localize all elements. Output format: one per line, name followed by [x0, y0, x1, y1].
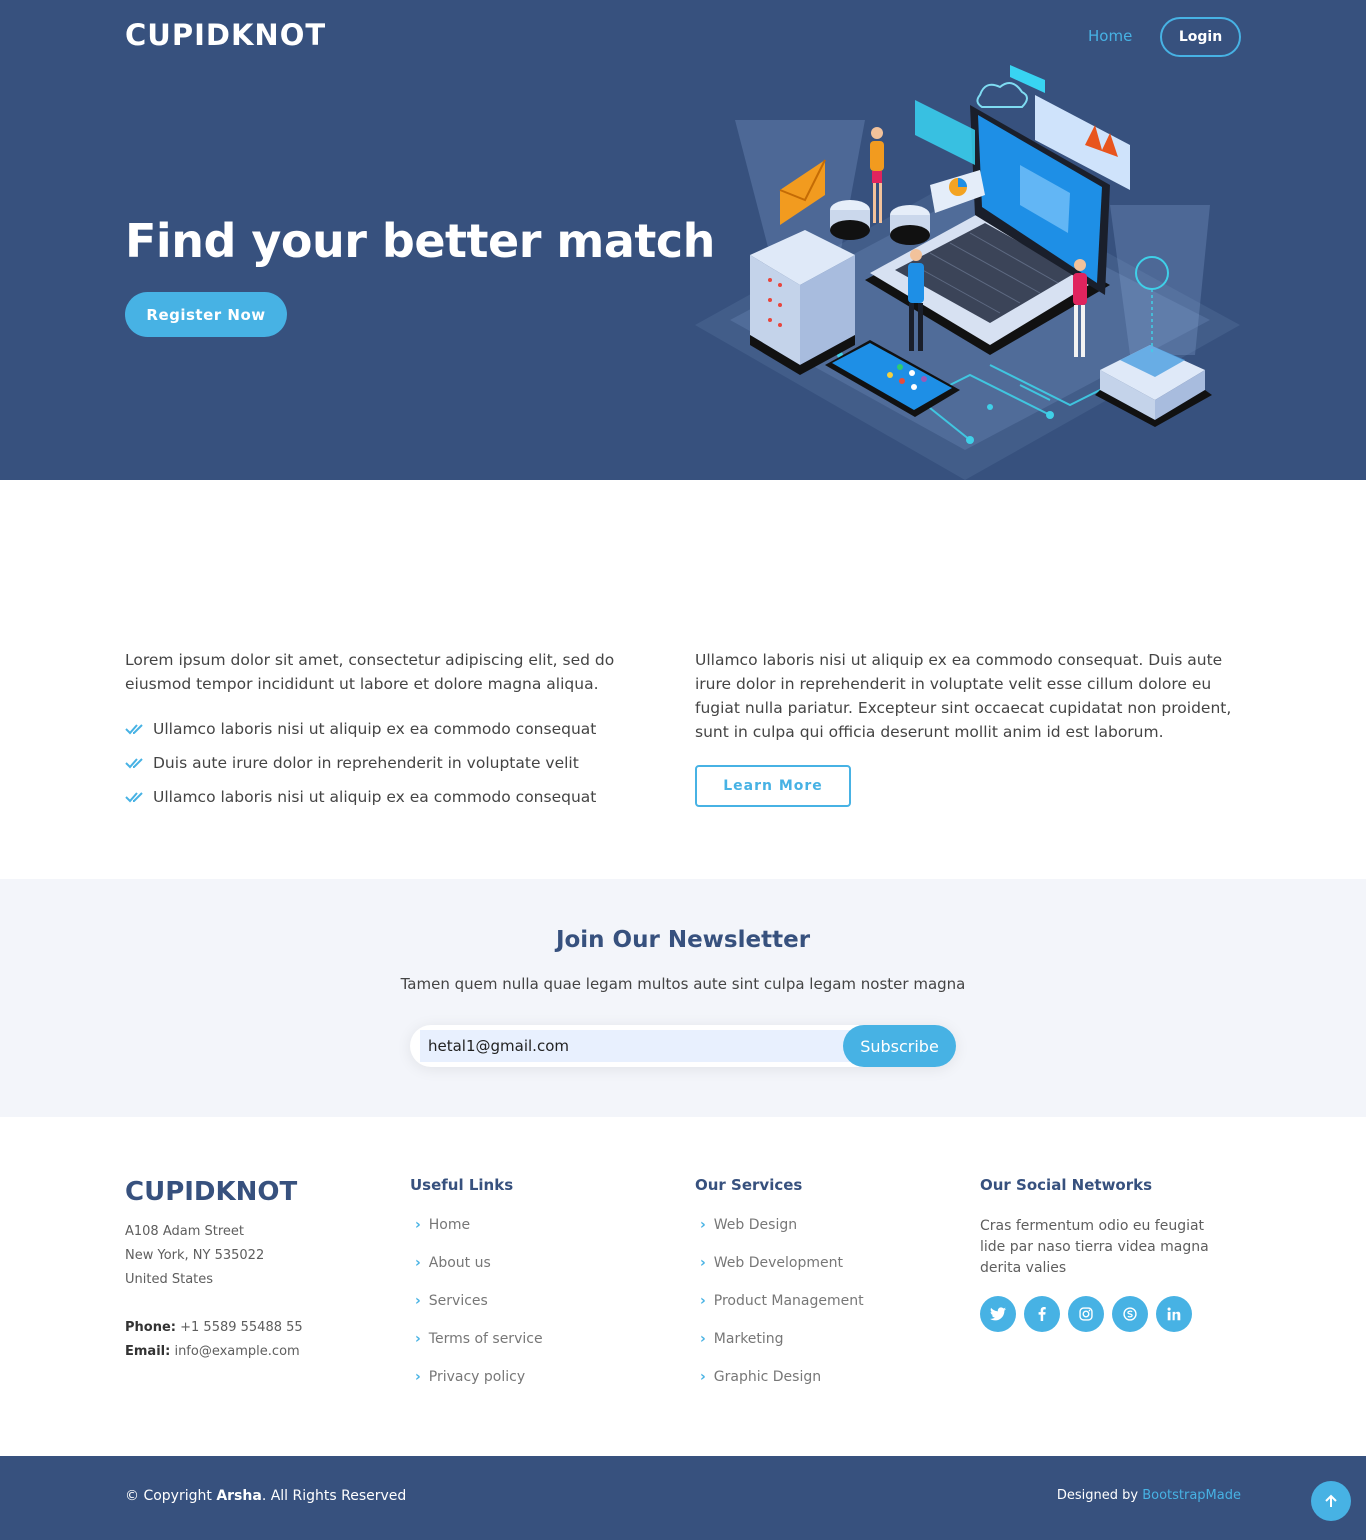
social-description: Cras fermentum odio eu feugiat lide par … — [980, 1218, 1209, 1276]
copyright-prefix: © Copyright — [125, 1488, 212, 1504]
about-detail-text: Ullamco laboris nisi ut aliquip ex ea co… — [695, 651, 1232, 741]
newsletter-section: Join Our Newsletter Tamen quem nulla qua… — [0, 879, 1366, 1117]
double-check-icon — [125, 758, 143, 769]
about-intro-text: Lorem ipsum dolor sit amet, consectetur … — [125, 651, 615, 693]
email-label: Email: — [125, 1344, 171, 1359]
footer-link-terms[interactable]: › Terms of service — [410, 1320, 543, 1358]
footer-link-label[interactable]: About us — [429, 1255, 491, 1271]
copyright-brand: Arsha — [216, 1488, 262, 1504]
login-button[interactable]: Login — [1160, 17, 1241, 57]
newsletter-email-input[interactable] — [420, 1030, 850, 1062]
list-item: Ullamco laboris nisi ut aliquip ex ea co… — [125, 712, 596, 746]
list-item-text: Duis aute irure dolor in reprehenderit i… — [153, 754, 579, 772]
footer-link-label[interactable]: Services — [429, 1293, 488, 1309]
footer-link-label[interactable]: Marketing — [714, 1331, 784, 1347]
facebook-icon[interactable] — [1024, 1296, 1060, 1332]
footer-link-web-design[interactable]: › Web Design — [695, 1206, 864, 1244]
footer-address: A108 Adam Street New York, NY 535022 Uni… — [125, 1220, 264, 1292]
footer-link-services[interactable]: › Services — [410, 1282, 543, 1320]
newsletter-title: Join Our Newsletter — [555, 927, 811, 953]
footer-link-label[interactable]: Home — [429, 1217, 470, 1233]
footer-contact: Phone: +1 5589 55488 55 Email: info@exam… — [125, 1316, 303, 1364]
chevron-right-icon: › — [415, 1293, 421, 1309]
footer-link-label[interactable]: Privacy policy — [429, 1369, 525, 1385]
footer-link-label[interactable]: Graphic Design — [714, 1369, 821, 1385]
bootstrapmade-link[interactable]: BootstrapMade — [1142, 1488, 1241, 1503]
copyright-text: © Copyright Arsha. All Rights Reserved — [125, 1488, 406, 1504]
address-line: A108 Adam Street — [125, 1224, 245, 1239]
designed-by-text: Designed by BootstrapMade — [1057, 1488, 1241, 1503]
useful-links-title: Useful Links — [410, 1176, 514, 1194]
footer-link-product-management[interactable]: › Product Management — [695, 1282, 864, 1320]
footer-link-about[interactable]: › About us — [410, 1244, 543, 1282]
footer-link-privacy[interactable]: › Privacy policy — [410, 1358, 543, 1396]
chevron-right-icon: › — [415, 1369, 421, 1385]
hero-section: CUPIDKNOT Home Login Find your better ma… — [0, 0, 1366, 480]
services-links-list: › Web Design › Web Development › Product Ma… — [695, 1206, 864, 1396]
newsletter-subtitle: Tamen quem nulla quae legam multos aute … — [400, 975, 966, 993]
chevron-right-icon: › — [700, 1217, 706, 1233]
instagram-icon[interactable] — [1068, 1296, 1104, 1332]
skype-icon[interactable] — [1112, 1296, 1148, 1332]
site-logo[interactable]: CUPIDKNOT — [125, 18, 326, 52]
hero-illustration — [695, 65, 1240, 480]
email-address: info@example.com — [174, 1344, 300, 1359]
footer-link-label[interactable]: Terms of service — [429, 1331, 543, 1347]
footer-link-graphic-design[interactable]: › Graphic Design — [695, 1358, 864, 1396]
chevron-right-icon: › — [700, 1293, 706, 1309]
footer-bottom-bar: © Copyright Arsha. All Rights Reserved D… — [0, 1456, 1366, 1540]
copyright-suffix: . All Rights Reserved — [261, 1488, 407, 1504]
nav-home-link[interactable]: Home — [1088, 27, 1132, 45]
about-feature-list: Ullamco laboris nisi ut aliquip ex ea co… — [125, 712, 596, 814]
register-now-button[interactable]: Register Now — [125, 292, 287, 337]
address-line: United States — [125, 1272, 214, 1287]
list-item-text: Ullamco laboris nisi ut aliquip ex ea co… — [153, 788, 597, 806]
footer-link-home[interactable]: › Home — [410, 1206, 543, 1244]
newsletter-form: Subscribe — [410, 1025, 956, 1067]
arrow-up-icon — [1325, 1494, 1337, 1507]
footer-link-web-development[interactable]: › Web Development — [695, 1244, 864, 1282]
social-links — [980, 1296, 1200, 1332]
our-services-title: Our Services — [695, 1176, 803, 1194]
phone-label: Phone: — [125, 1320, 176, 1335]
useful-links-list: › Home › About us › Services › Terms of serv… — [410, 1206, 543, 1396]
chevron-right-icon: › — [700, 1369, 706, 1385]
chevron-right-icon: › — [415, 1255, 421, 1271]
back-to-top-button[interactable] — [1311, 1481, 1351, 1521]
list-item: Ullamco laboris nisi ut aliquip ex ea co… — [125, 780, 596, 814]
footer-link-label[interactable]: Web Design — [714, 1217, 797, 1233]
double-check-icon — [125, 792, 143, 803]
learn-more-button[interactable]: Learn More — [695, 765, 851, 807]
phone-number: +1 5589 55488 55 — [180, 1320, 303, 1335]
chevron-right-icon: › — [415, 1217, 421, 1233]
footer-link-label[interactable]: Web Development — [714, 1255, 843, 1271]
footer-link-marketing[interactable]: › Marketing — [695, 1320, 864, 1358]
footer-link-label[interactable]: Product Management — [714, 1293, 864, 1309]
designed-by-prefix: Designed by — [1056, 1488, 1139, 1503]
social-networks-title: Our Social Networks — [980, 1176, 1153, 1194]
subscribe-button[interactable]: Subscribe — [843, 1025, 956, 1067]
footer-logo: CUPIDKNOT — [125, 1177, 298, 1207]
chevron-right-icon: › — [415, 1331, 421, 1347]
chevron-right-icon: › — [700, 1255, 706, 1271]
list-item-text: Ullamco laboris nisi ut aliquip ex ea co… — [153, 720, 597, 738]
list-item: Duis aute irure dolor in reprehenderit i… — [125, 746, 596, 780]
chevron-right-icon: › — [700, 1331, 706, 1347]
address-line: New York, NY 535022 — [125, 1248, 265, 1263]
hero-title: Find your better match — [125, 214, 715, 268]
double-check-icon — [125, 724, 143, 735]
twitter-icon[interactable] — [980, 1296, 1016, 1332]
linkedin-icon[interactable] — [1156, 1296, 1192, 1332]
